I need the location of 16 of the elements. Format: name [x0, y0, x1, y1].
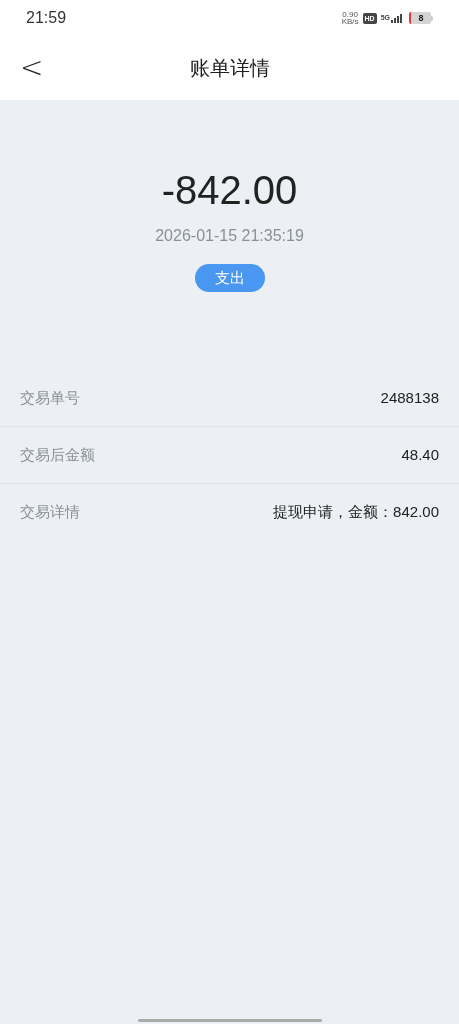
type-tag: 支出	[194, 264, 265, 292]
status-time: 21:59	[26, 8, 67, 28]
page-title: 账单详情	[189, 56, 270, 81]
network-speed-unit: KB/s	[341, 18, 359, 25]
transaction-datetime: 2026-01-15 21:35:19	[155, 226, 304, 246]
signal-icon	[391, 13, 403, 23]
detail-value: 2488138	[380, 387, 439, 408]
battery-level-text: 8	[418, 13, 424, 23]
detail-label: 交易后金额	[20, 444, 95, 465]
back-button[interactable]: <	[20, 54, 44, 82]
amount-text: -842.00	[161, 167, 298, 214]
detail-label: 交易详情	[20, 502, 80, 523]
network-speed: 0.90	[342, 11, 358, 18]
detail-value: 提现申请，金额：842.00	[273, 502, 439, 523]
detail-label: 交易单号	[20, 387, 80, 408]
detail-value: 48.40	[401, 444, 439, 465]
